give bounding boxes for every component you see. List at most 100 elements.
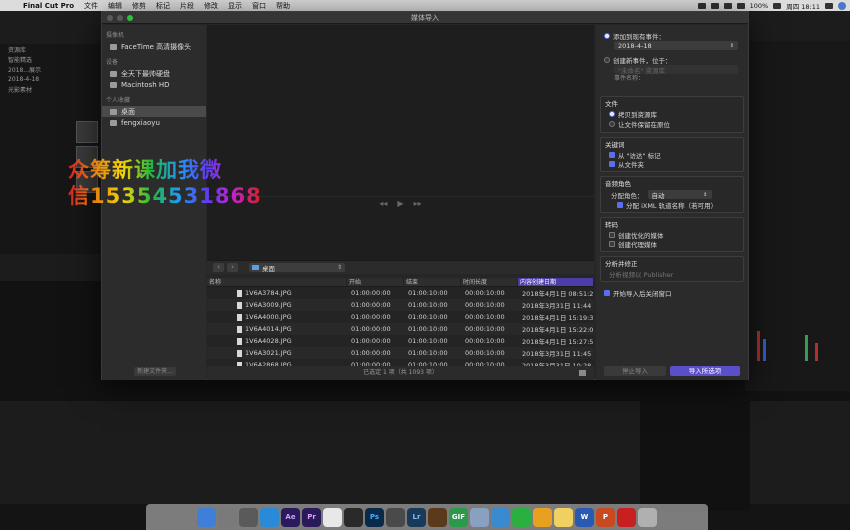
siri-icon[interactable] (239, 507, 258, 527)
sidebar-item-desktop[interactable]: 桌面 (102, 106, 206, 117)
path-popup[interactable]: 桌面 ⇕ (249, 263, 345, 273)
library-item[interactable]: 2018...展示 (0, 64, 100, 74)
clip-thumbnail[interactable] (76, 171, 98, 193)
assign-ixml-checkbox[interactable]: 分配 iXML 轨道名称（若可用） (601, 200, 743, 210)
launchpad-icon[interactable] (218, 507, 237, 527)
view-options-icon[interactable] (579, 370, 586, 376)
analyze-sub-checkbox[interactable]: 分析视频以 Publisher (601, 269, 743, 279)
previous-icon[interactable]: ◂◂ (379, 199, 387, 208)
notes-icon[interactable] (554, 507, 573, 527)
table-row[interactable]: 1V6A4028.JPG 01:00:00:00 01:00:10:00 00:… (207, 335, 594, 347)
menu-item-edit[interactable]: 编辑 (103, 1, 127, 11)
column-header-end[interactable]: 结束 (404, 278, 461, 286)
leave-in-place-radio[interactable]: 让文件保留在原位 (601, 119, 743, 129)
import-selected-button[interactable]: 导入所选项 (670, 366, 740, 376)
menu-item-window[interactable]: 窗口 (247, 1, 271, 11)
menu-item-file[interactable]: 文件 (79, 1, 103, 11)
column-header-date[interactable]: 内容创建日期 (518, 278, 594, 286)
mail-icon[interactable] (491, 507, 510, 527)
zoom-button[interactable] (127, 15, 133, 21)
clip-thumbnail[interactable] (76, 121, 98, 143)
wechat-icon[interactable] (512, 507, 531, 527)
table-row[interactable]: 1V6A4014.JPG 01:00:00:00 01:00:10:00 00:… (207, 323, 594, 335)
next-icon[interactable]: ▸▸ (414, 199, 422, 208)
column-header-duration[interactable]: 时间长度 (461, 278, 518, 286)
status-icon[interactable] (697, 2, 706, 9)
chevron-updown-icon: ⇕ (703, 191, 708, 198)
clock[interactable]: 周四 18:11 (786, 1, 820, 11)
motion-icon[interactable] (428, 507, 447, 527)
battery-icon[interactable] (773, 2, 782, 9)
photoshop-icon[interactable]: Ps (365, 507, 384, 527)
final-cut-icon[interactable] (386, 507, 405, 527)
qq-icon[interactable] (533, 507, 552, 527)
library-item[interactable]: 智能精选 (0, 54, 100, 64)
menu-app-name[interactable]: Final Cut Pro (18, 2, 79, 10)
menu-item-view[interactable]: 显示 (223, 1, 247, 11)
library-item[interactable]: 光影素材 (0, 84, 100, 94)
selection-count: 已选定 1 项（共 1093 项） (363, 369, 438, 376)
trash-icon[interactable] (638, 507, 657, 527)
table-row[interactable]: 1V6A4000.JPG 01:00:00:00 01:00:10:00 00:… (207, 311, 594, 323)
preview-icon[interactable] (470, 507, 489, 527)
premiere-icon[interactable]: Pr (302, 507, 321, 527)
finder-icon[interactable] (197, 507, 216, 527)
play-icon[interactable]: ▶ (397, 199, 403, 208)
existing-event-popup[interactable]: 2018-4-18 ⇕ (614, 41, 738, 50)
copy-to-library-radio[interactable]: 拷贝到资源库 (601, 109, 743, 119)
forward-button[interactable]: › (227, 263, 238, 272)
sidebar-item-external-drive[interactable]: 全天下最帅硬盘 (102, 68, 206, 79)
close-after-import-checkbox[interactable]: 开始导入后关闭窗口 (596, 288, 748, 298)
gif-icon[interactable]: GIF (449, 507, 468, 527)
after-effects-icon[interactable]: Ae (281, 507, 300, 527)
menu-item-trim[interactable]: 修剪 (127, 1, 151, 11)
list-item[interactable] (640, 391, 750, 403)
dialog-titlebar: 媒体导入 (102, 12, 748, 24)
lightroom-icon[interactable]: Lr (407, 507, 426, 527)
menu-item-mark[interactable]: 标记 (151, 1, 175, 11)
library-popup[interactable]: "未命名" 资源库 (614, 65, 738, 75)
davinci-icon[interactable] (344, 507, 363, 527)
assign-role-popup[interactable]: 自动 ⇕ (647, 190, 712, 200)
menu-item-modify[interactable]: 修改 (199, 1, 223, 11)
table-row[interactable]: 1V6A3021.JPG 01:00:00:00 01:00:10:00 00:… (207, 347, 594, 359)
sidebar-item-home[interactable]: fengxiaoyu (102, 117, 206, 128)
menu-item-help[interactable]: 帮助 (271, 1, 295, 11)
status-icon[interactable] (710, 2, 719, 9)
word-icon[interactable]: W (575, 507, 594, 527)
create-proxy-checkbox[interactable]: 创建代理媒体 (601, 239, 743, 249)
create-new-event-radio[interactable]: 创建新事件，位于： (596, 55, 748, 65)
list-item[interactable] (640, 415, 750, 427)
file-name: 1V6A3021.JPG (245, 349, 292, 357)
wifi-icon[interactable] (736, 2, 745, 9)
minimize-button[interactable] (117, 15, 123, 21)
library-item[interactable]: 2018-4-18 (0, 74, 100, 84)
user-avatar-icon[interactable] (838, 1, 846, 10)
library-item[interactable]: 资源库 (0, 44, 100, 54)
close-button[interactable] (107, 15, 113, 21)
powerpoint-icon[interactable]: P (596, 507, 615, 527)
table-row[interactable]: 1V6A3784.JPG 01:00:00:00 01:00:10:00 00:… (207, 287, 594, 299)
sidebar-item-facetime[interactable]: FaceTime 高清摄像头 (102, 41, 206, 52)
sidebar-item-label: 桌面 (121, 107, 135, 116)
column-header-name[interactable]: 名称 (207, 278, 347, 286)
sidebar-item-macintosh-hd[interactable]: Macintosh HD (102, 79, 206, 90)
clip-thumbnail[interactable] (76, 146, 98, 168)
new-folder-button[interactable]: 新建文件夹... (134, 367, 176, 376)
from-folders-checkbox[interactable]: 从文件夹 (601, 159, 743, 169)
menu-item-clip[interactable]: 片段 (175, 1, 199, 11)
netease-music-icon[interactable] (617, 507, 636, 527)
add-existing-event-radio[interactable]: 添加到现有事件： (596, 31, 748, 41)
column-header-start[interactable]: 开始 (347, 278, 404, 286)
status-icon[interactable] (723, 2, 732, 9)
stop-import-button[interactable]: 停止导入 (604, 366, 666, 376)
selection-status: 已选定 1 项（共 1093 项） (207, 366, 594, 380)
battery-percent: 100% (749, 1, 769, 10)
search-icon[interactable] (825, 2, 833, 9)
photos-icon[interactable] (323, 507, 342, 527)
list-item[interactable] (640, 403, 750, 415)
safari-icon[interactable] (260, 507, 279, 527)
back-button[interactable]: ‹ (213, 263, 224, 272)
image-file-icon (237, 325, 242, 333)
table-row[interactable]: 1V6A3009.JPG 01:00:00:00 01:00:10:00 00:… (207, 299, 594, 311)
